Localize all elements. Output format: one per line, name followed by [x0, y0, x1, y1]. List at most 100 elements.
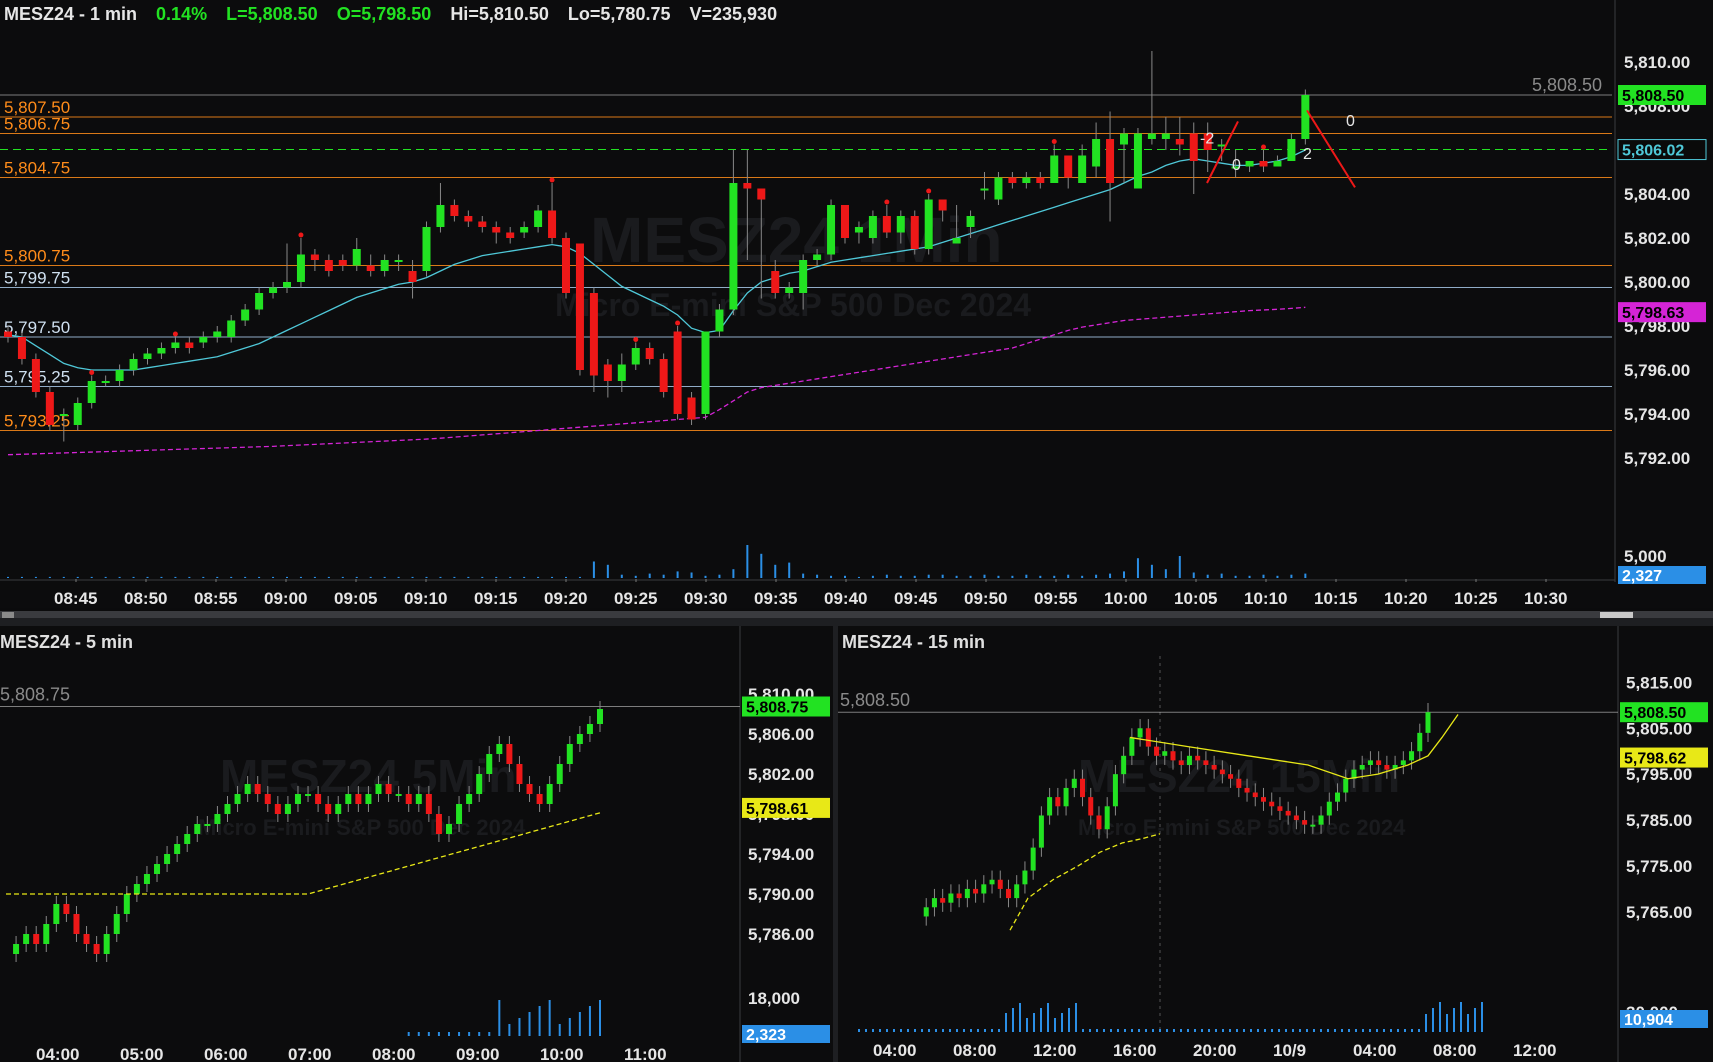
candle [1310, 824, 1316, 827]
price-tag: 5,798.62 [1624, 751, 1686, 768]
y-tick-label: 5,792.00 [1624, 449, 1690, 468]
candle [194, 824, 201, 834]
x-tick-label: 10:15 [1314, 589, 1357, 608]
price-tag: 5,808.50 [1622, 88, 1684, 105]
y-tick-label: 5,800.00 [1624, 273, 1690, 292]
y-tick-label: 5,765.00 [1626, 903, 1692, 922]
volume-bar [648, 573, 651, 578]
chart-5min-canvas[interactable]: MESZ24 5MinMicro E-mini S&P 500 Dec 2024… [0, 626, 833, 1062]
volume-bar [76, 576, 79, 578]
candle [715, 309, 724, 332]
volume-bar [1173, 1029, 1175, 1032]
volume-bar [1194, 1029, 1196, 1032]
candle [53, 904, 60, 924]
candle [283, 282, 291, 288]
candle [422, 227, 431, 271]
volume-bar [1292, 1029, 1294, 1032]
volume-bar [1067, 574, 1070, 578]
candle [556, 764, 563, 784]
volume-bar [528, 1012, 531, 1036]
candle [486, 754, 493, 774]
candle [586, 724, 593, 734]
volume-bar [1446, 1014, 1448, 1032]
volume-bar [1418, 1029, 1420, 1032]
volume-bar [1201, 1029, 1203, 1032]
chart-15min[interactable]: MESZ24 15Min Micro E-mini S&P 500 Dec 202… [838, 626, 1713, 1062]
chart-1min-canvas[interactable]: MESZ24 1MinMicro E-mini S&P 500 Dec 2024… [0, 0, 1713, 608]
candle [1228, 774, 1234, 779]
level-label: 5,806.75 [4, 115, 70, 134]
swing-dot [926, 188, 932, 194]
x-tick-label: 10:00 [540, 1045, 583, 1062]
y-tick-label: 5,794.00 [1624, 405, 1690, 424]
candle [492, 227, 501, 233]
volume-bar [523, 576, 526, 578]
volume-bar [1025, 574, 1028, 578]
candle [466, 794, 473, 804]
candle [1269, 801, 1275, 807]
candle [589, 293, 598, 376]
volume-bar [481, 576, 484, 578]
volume-bar [478, 1032, 481, 1036]
candle [757, 188, 766, 200]
candle [1104, 806, 1110, 830]
volume-bar [1467, 1014, 1469, 1032]
volume-bar [1145, 1029, 1147, 1032]
candle [1400, 760, 1406, 765]
candle [43, 924, 50, 944]
candle [408, 271, 417, 282]
candle [244, 784, 251, 794]
candle [1092, 139, 1101, 167]
volume-bar [1103, 1029, 1105, 1032]
volume-bar [1432, 1008, 1434, 1032]
candle [854, 227, 863, 233]
candle [73, 914, 80, 934]
candle [1195, 755, 1201, 761]
volume-bar [886, 1029, 888, 1032]
candle [59, 414, 68, 416]
candle [1030, 847, 1036, 871]
candle [882, 216, 891, 233]
y-tick-label: 5,804.00 [1624, 185, 1690, 204]
x-tick-label: 12:00 [1513, 1041, 1556, 1060]
candle [415, 794, 422, 804]
chart-1min[interactable]: MESZ24 1Min Micro E-mini S&P 500 Dec 2024… [0, 0, 1713, 608]
volume-tick-label: 18,000 [748, 989, 800, 1008]
x-tick-label: 06:00 [204, 1045, 247, 1062]
volume-bar [984, 1029, 986, 1032]
y-tick-label: 5,786.00 [748, 925, 814, 944]
volume-bar [1138, 1029, 1140, 1032]
volume-bar [927, 574, 930, 578]
candle [952, 238, 961, 244]
panel-divider-horizontal[interactable] [0, 618, 1713, 626]
volume-bar [1390, 1029, 1392, 1032]
level-label: 5,800.75 [4, 247, 70, 266]
x-tick-label: 09:00 [264, 589, 307, 608]
swing-label: 0 [1232, 157, 1241, 174]
volume-bar [1178, 556, 1181, 578]
x-tick-label: 09:25 [614, 589, 657, 608]
x-tick-label: 10:25 [1454, 589, 1497, 608]
candle [335, 804, 342, 814]
candle [224, 804, 231, 814]
chart-15min-canvas[interactable]: MESZ24 15MinMicro E-mini S&P 500 Dec 202… [838, 626, 1713, 1062]
chart-5min[interactable]: MESZ24 5Min Micro E-mini S&P 500 Dec 2024… [0, 626, 833, 1062]
candle [325, 804, 332, 814]
volume-bar [1068, 1008, 1070, 1032]
x-tick-label: 09:05 [334, 589, 377, 608]
candle [1145, 728, 1151, 747]
candle [123, 894, 130, 914]
candle [1417, 732, 1423, 752]
volume-bar [1334, 1029, 1336, 1032]
candle [1273, 161, 1282, 167]
chart-15min-bg [838, 626, 1713, 1062]
volume-bar [488, 1032, 491, 1036]
candle [743, 183, 752, 189]
x-tick-label: 16:00 [1113, 1041, 1156, 1060]
candle [997, 879, 1003, 889]
volume-bar [1096, 1029, 1098, 1032]
candle [45, 392, 54, 425]
x-tick-label: 07:00 [288, 1045, 331, 1062]
volume-bar [1299, 1029, 1301, 1032]
volume-bar [1109, 573, 1112, 578]
